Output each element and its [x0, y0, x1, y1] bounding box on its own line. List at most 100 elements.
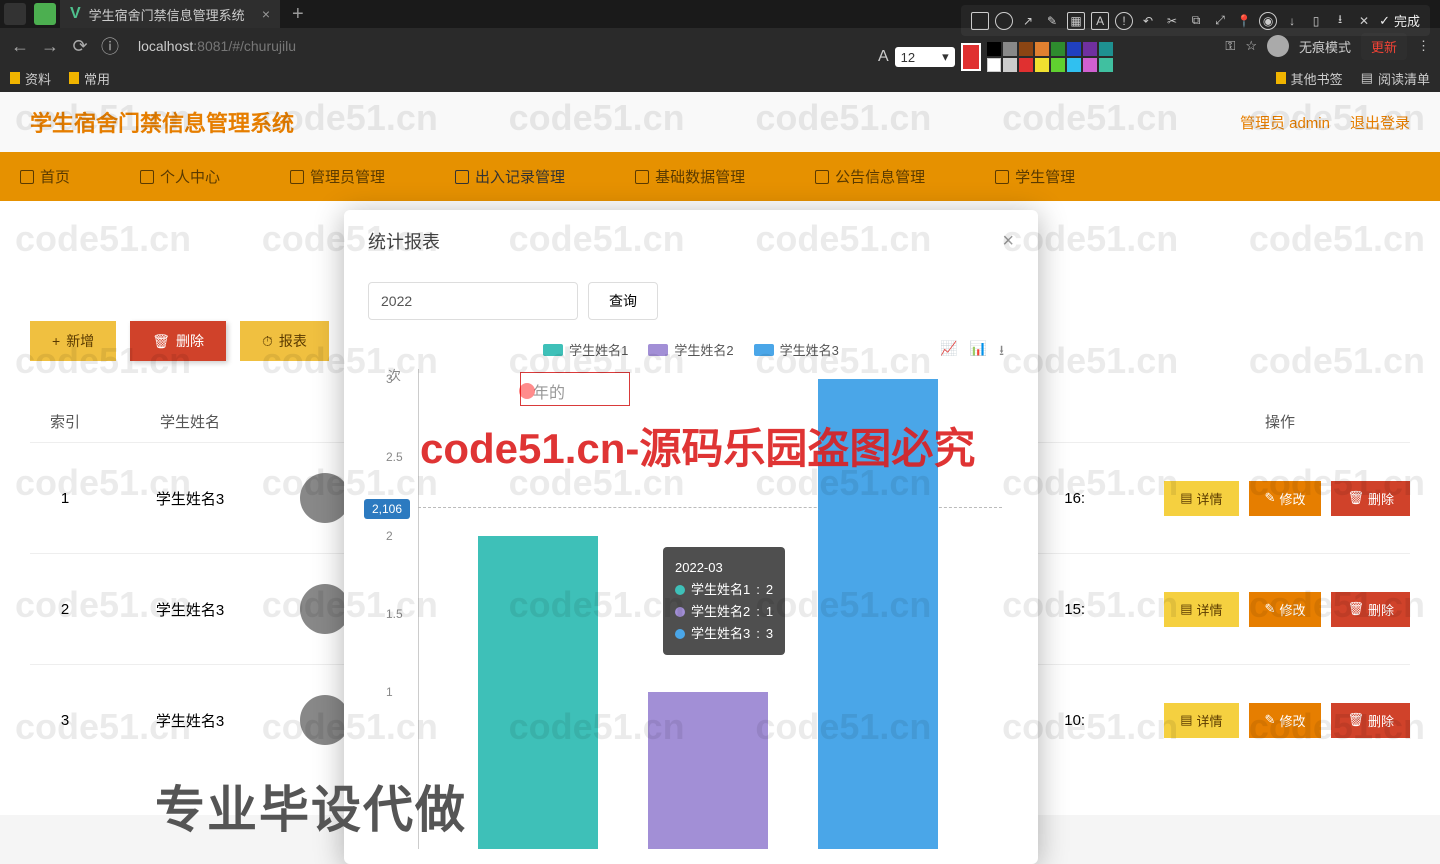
color-swatch[interactable]: [1003, 42, 1017, 56]
color-swatch[interactable]: [1019, 58, 1033, 72]
record-icon[interactable]: ◉: [1259, 12, 1277, 30]
incognito-label: 无痕模式: [1299, 37, 1351, 56]
edit-button[interactable]: ✎ 修改: [1249, 592, 1322, 627]
color-swatch[interactable]: [1099, 42, 1113, 56]
download-icon[interactable]: ↓: [1283, 12, 1301, 30]
legend-item[interactable]: 学生姓名1: [543, 340, 628, 359]
done-button[interactable]: ✓完成: [1379, 11, 1420, 30]
update-button[interactable]: 更新: [1361, 33, 1407, 60]
nav-student[interactable]: 学生管理: [995, 166, 1075, 187]
info-tool-icon[interactable]: !: [1115, 12, 1133, 30]
tab-icon-1[interactable]: [4, 3, 26, 25]
save-tool-icon[interactable]: ⭳: [1331, 12, 1349, 30]
add-button[interactable]: + 新增: [30, 321, 116, 361]
font-a-icon[interactable]: A: [878, 48, 889, 66]
star-icon[interactable]: ☆: [1245, 38, 1257, 54]
nav-basedata[interactable]: 基础数据管理: [635, 166, 745, 187]
color-swatch[interactable]: [1035, 42, 1049, 56]
undo-icon[interactable]: ↶: [1139, 12, 1157, 30]
arrow-icon[interactable]: ↗: [1019, 12, 1037, 30]
color-swatch[interactable]: [1035, 58, 1049, 72]
expand-icon[interactable]: ⤢: [1211, 12, 1229, 30]
close-icon[interactable]: ×: [262, 6, 270, 22]
bar-series-2[interactable]: [648, 692, 768, 849]
incognito-icon: [1267, 35, 1289, 57]
menu-icon[interactable]: ⋮: [1417, 38, 1430, 54]
back-icon[interactable]: ←: [10, 36, 30, 57]
circle-icon[interactable]: [995, 12, 1013, 30]
legend-item[interactable]: 学生姓名3: [754, 340, 839, 359]
query-button[interactable]: 查询: [588, 282, 658, 320]
row-delete-button[interactable]: 🗑 删除: [1331, 481, 1410, 516]
color-swatch[interactable]: [1067, 42, 1081, 56]
mosaic-icon[interactable]: ▦: [1067, 12, 1085, 30]
color-swatch[interactable]: [987, 42, 1001, 56]
row-delete-button[interactable]: 🗑 删除: [1331, 592, 1410, 627]
detail-button[interactable]: ▤ 详情: [1164, 481, 1238, 516]
copy-icon[interactable]: ⧉: [1187, 12, 1205, 30]
new-tab-button[interactable]: +: [280, 3, 316, 26]
value-bubble: 2,106: [364, 499, 410, 519]
row-delete-button[interactable]: 🗑 删除: [1331, 703, 1410, 738]
nav-home[interactable]: 首页: [20, 166, 70, 187]
detail-button[interactable]: ▤ 详情: [1164, 592, 1238, 627]
cut-icon[interactable]: ✂: [1163, 12, 1181, 30]
current-color[interactable]: [961, 43, 981, 71]
modal-title: 统计报表: [368, 228, 440, 254]
color-swatch[interactable]: [1099, 58, 1113, 72]
color-swatch[interactable]: [1003, 58, 1017, 72]
line-chart-icon[interactable]: 📈: [940, 340, 957, 364]
bar-series-1[interactable]: [478, 536, 598, 849]
info-icon[interactable]: ⓘ: [100, 33, 120, 59]
delete-button[interactable]: 🗑 删除: [130, 321, 226, 361]
download-chart-icon[interactable]: ⭳: [999, 340, 1004, 364]
chart-tooltip: 2022-03 学生姓名1: 2 学生姓名2: 1 学生姓名3: 3: [663, 547, 785, 655]
nav-records[interactable]: 出入记录管理: [455, 166, 565, 187]
phone-icon[interactable]: ▯: [1307, 12, 1325, 30]
cancel-tool-icon[interactable]: ✕: [1355, 12, 1373, 30]
detail-button[interactable]: ▤ 详情: [1164, 703, 1238, 738]
chart-legend: 学生姓名1 学生姓名2 学生姓名3: [368, 340, 1014, 359]
avatar: [300, 473, 350, 523]
color-palette: [987, 42, 1113, 72]
color-swatch[interactable]: [1051, 58, 1065, 72]
report-button[interactable]: ⏱ 报表: [240, 321, 329, 361]
bookmarks-bar: 资料 常用 其他书签 ▤阅读清单: [0, 64, 1440, 92]
forward-icon[interactable]: →: [40, 36, 60, 57]
nav-admin[interactable]: 管理员管理: [290, 166, 385, 187]
color-swatch[interactable]: [1051, 42, 1065, 56]
pen-icon[interactable]: ✎: [1043, 12, 1061, 30]
edit-button[interactable]: ✎ 修改: [1249, 481, 1322, 516]
reading-list[interactable]: ▤阅读清单: [1361, 69, 1430, 88]
color-swatch[interactable]: [1067, 58, 1081, 72]
tab-icon-2[interactable]: [34, 3, 56, 25]
close-icon[interactable]: ×: [1002, 230, 1014, 253]
active-tab[interactable]: V 学生宿舍门禁信息管理系统 ×: [60, 0, 280, 28]
nav-menu: 首页 个人中心 管理员管理 出入记录管理 基础数据管理 公告信息管理 学生管理: [0, 152, 1440, 201]
fontsize-select[interactable]: 12▾: [895, 47, 955, 67]
bar-chart-icon[interactable]: 📊: [970, 340, 987, 364]
other-bookmarks[interactable]: 其他书签: [1276, 69, 1343, 88]
reload-icon[interactable]: ⟳: [70, 36, 90, 57]
nav-notice[interactable]: 公告信息管理: [815, 166, 925, 187]
nav-profile[interactable]: 个人中心: [140, 166, 220, 187]
key-icon[interactable]: ⚿: [1225, 38, 1235, 54]
color-swatch[interactable]: [1083, 58, 1097, 72]
app-header: 学生宿舍门禁信息管理系统 管理员 admin 退出登录: [0, 92, 1440, 152]
bar-series-3[interactable]: [818, 379, 938, 849]
color-swatch[interactable]: [1083, 42, 1097, 56]
bookmark-2[interactable]: 常用: [69, 69, 110, 88]
color-swatch[interactable]: [1019, 42, 1033, 56]
avatar: [300, 584, 350, 634]
color-swatch[interactable]: [987, 58, 1001, 72]
edit-button[interactable]: ✎ 修改: [1249, 703, 1322, 738]
text-icon[interactable]: A: [1091, 12, 1109, 30]
pin-icon[interactable]: 📍: [1235, 12, 1253, 30]
bookmark-1[interactable]: 资料: [10, 69, 51, 88]
legend-item[interactable]: 学生姓名2: [648, 340, 733, 359]
logout-link[interactable]: 退出登录: [1350, 112, 1410, 133]
year-input[interactable]: [368, 282, 578, 320]
app-title: 学生宿舍门禁信息管理系统: [30, 106, 294, 138]
tab-title: 学生宿舍门禁信息管理系统: [89, 5, 245, 24]
rect-icon[interactable]: [971, 12, 989, 30]
